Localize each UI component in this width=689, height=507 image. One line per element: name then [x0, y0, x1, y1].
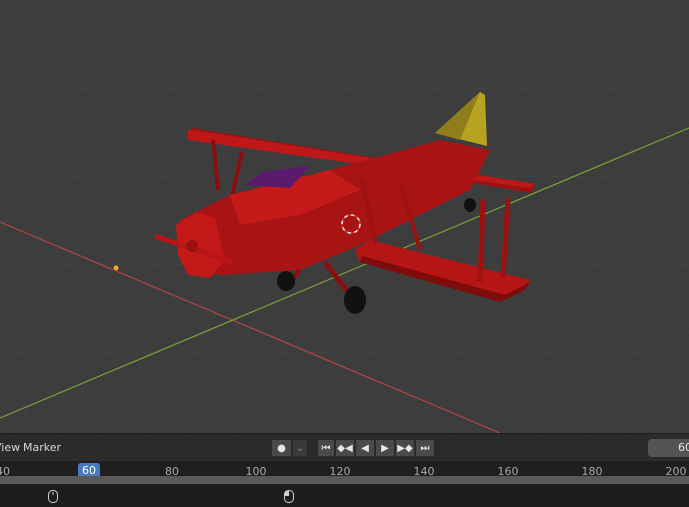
tail-wheel — [464, 198, 476, 212]
blender-window: View Marker ● ⌄ ⏮ ◆◀ ◀ ▶ ▶◆ ⏭ 60 40 80 1… — [0, 0, 689, 507]
auto-keying-button[interactable]: ● — [271, 439, 292, 457]
chevron-down-icon: ⌄ — [295, 442, 305, 454]
timeline-header: View Marker ● ⌄ ⏮ ◆◀ ◀ ▶ ▶◆ ⏭ 60 — [0, 433, 689, 461]
viewport-scene[interactable] — [0, 0, 689, 433]
mouse-icon — [284, 490, 294, 503]
3d-viewport[interactable] — [0, 0, 689, 433]
next-keyframe-button[interactable]: ▶◆ — [395, 439, 415, 457]
next-keyframe-icon: ▶◆ — [397, 442, 413, 454]
play-icon: ▶ — [381, 442, 389, 454]
view-menu[interactable]: View — [0, 441, 20, 454]
jump-to-start-icon: ⏮ — [321, 442, 331, 454]
play-reverse-button[interactable]: ◀ — [355, 439, 375, 457]
record-icon: ● — [277, 442, 286, 454]
jump-to-end-icon: ⏭ — [420, 442, 430, 454]
right-wheel — [344, 286, 366, 314]
marker-menu[interactable]: Marker — [23, 441, 61, 454]
mouse-icon — [48, 490, 58, 503]
keying-options-dropdown[interactable]: ⌄ — [292, 439, 308, 457]
light-origin-icon[interactable] — [112, 264, 120, 272]
previous-keyframe-button[interactable]: ◆◀ — [335, 439, 355, 457]
jump-to-end-button[interactable]: ⏭ — [415, 439, 435, 457]
previous-keyframe-icon: ◆◀ — [337, 442, 353, 454]
timeline-channel-strip — [0, 476, 689, 484]
left-wheel — [277, 271, 295, 291]
play-button[interactable]: ▶ — [375, 439, 395, 457]
play-reverse-icon: ◀ — [361, 442, 369, 454]
timeline-scroll-area[interactable] — [0, 484, 689, 507]
jump-to-start-button[interactable]: ⏮ — [317, 439, 335, 457]
current-frame-field[interactable]: 60 — [648, 439, 689, 457]
